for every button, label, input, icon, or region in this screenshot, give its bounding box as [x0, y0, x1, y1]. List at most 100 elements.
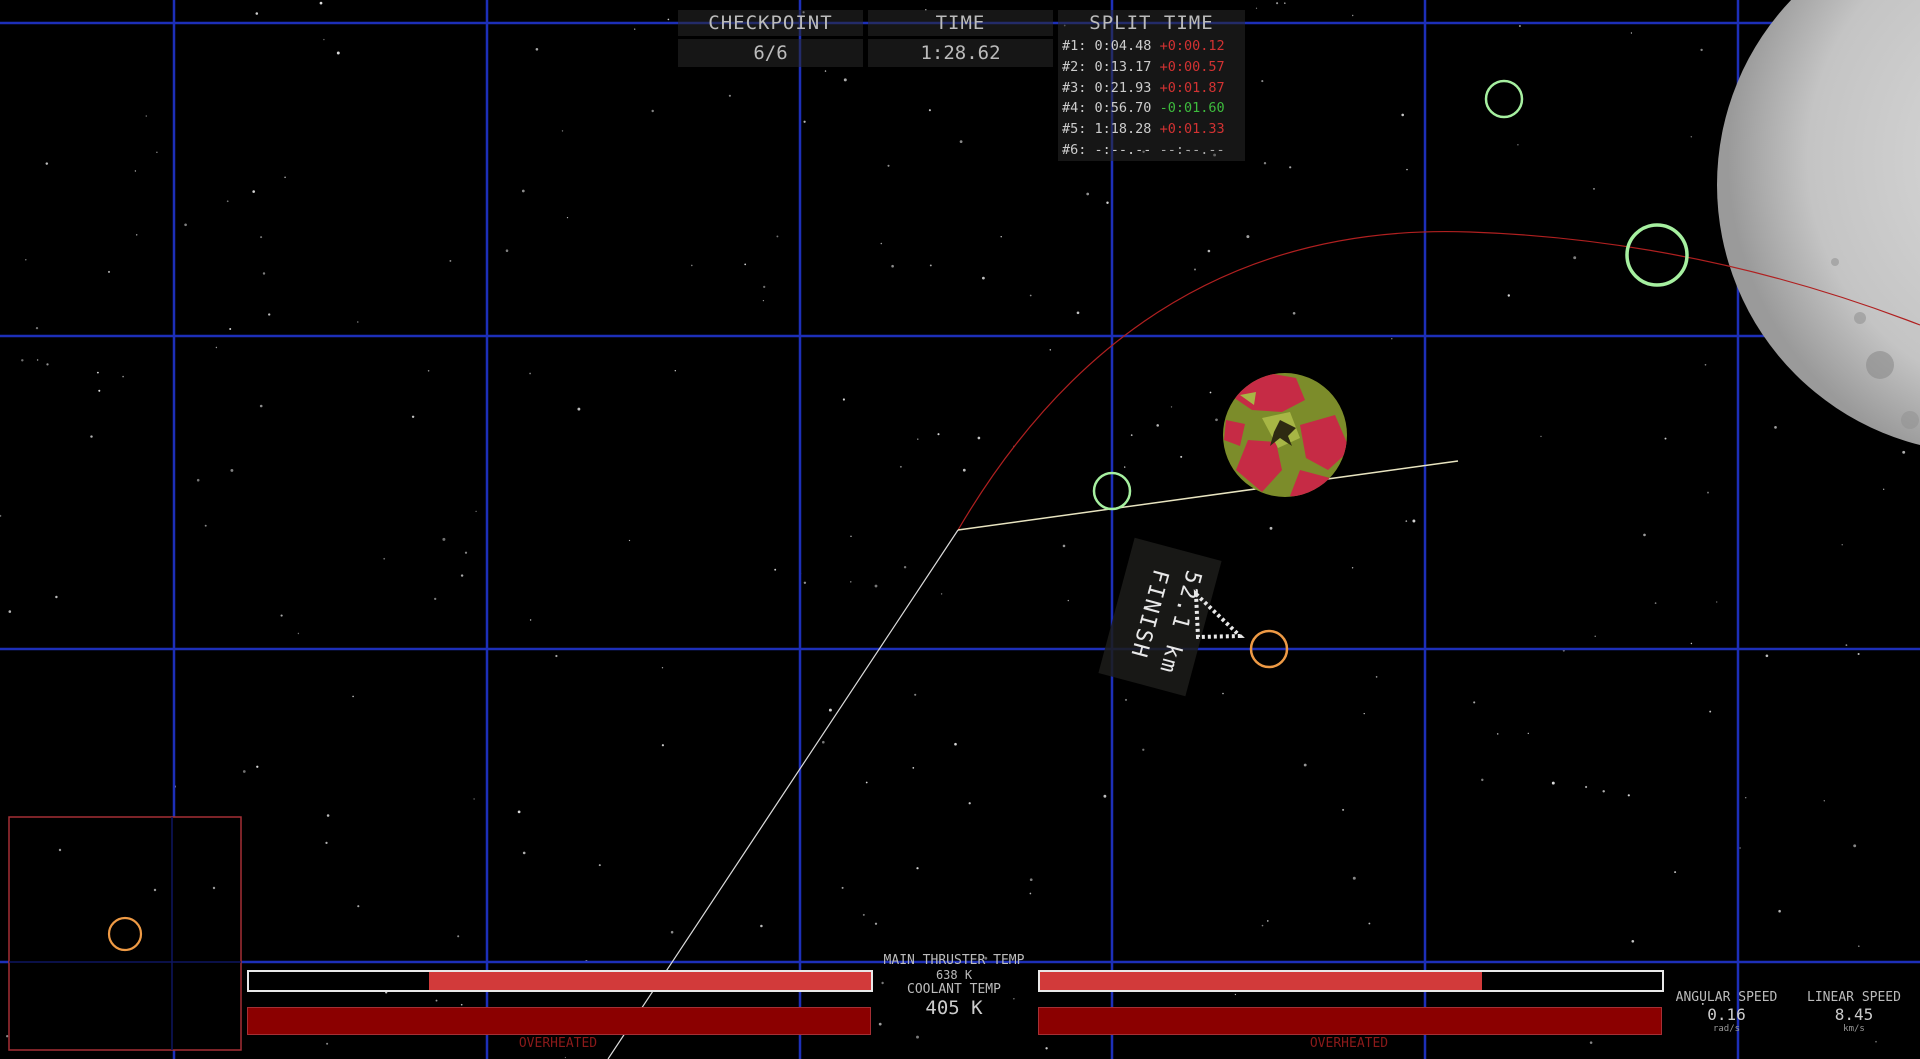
angular-speed-value: 0.16: [1707, 1005, 1746, 1024]
star: [1627, 794, 1630, 797]
star: [1704, 363, 1707, 366]
star: [1593, 187, 1595, 190]
star: [145, 115, 148, 117]
time-value: 1:28.62: [868, 39, 1053, 67]
star: [1853, 844, 1857, 848]
star: [1062, 544, 1066, 548]
star: [1049, 349, 1052, 351]
star: [634, 28, 636, 30]
star: [1284, 2, 1286, 4]
star: [982, 276, 985, 280]
star: [1507, 294, 1511, 297]
angular-speed-readout: ANGULAR SPEED 0.16 rad/s: [1664, 990, 1789, 1034]
star: [6, 1035, 9, 1038]
star: [460, 1003, 463, 1006]
star: [204, 524, 207, 527]
star: [940, 593, 943, 595]
star: [1363, 712, 1365, 715]
star: [1269, 526, 1273, 530]
space-viewport[interactable]: 52.1 km FINISH: [0, 0, 1920, 1059]
star: [903, 565, 907, 569]
star: [1527, 732, 1529, 735]
star: [1845, 644, 1848, 646]
star: [1551, 781, 1555, 785]
star: [667, 18, 670, 21]
star: [326, 814, 330, 817]
temperature-readout: MAIN THRUSTER TEMP 638 K COOLANT TEMP 40…: [870, 953, 1038, 1019]
star: [1246, 235, 1250, 239]
star: [1207, 249, 1211, 253]
star: [1222, 692, 1224, 695]
star: [1823, 800, 1825, 802]
star: [1654, 602, 1657, 604]
thruster-temp-label: MAIN THRUSTER TEMP: [883, 953, 1025, 968]
star: [865, 781, 868, 784]
starfield: [0, 1, 1906, 1059]
star: [1391, 338, 1393, 340]
star: [1368, 922, 1371, 925]
split-row: #3: 0:21.93 +0:01.87: [1062, 79, 1225, 96]
star: [1142, 748, 1145, 751]
star: [824, 70, 827, 72]
star: [229, 328, 232, 330]
star: [196, 478, 200, 482]
star: [256, 765, 259, 768]
star: [850, 535, 852, 537]
thruster-temp-bar-right: [1038, 970, 1664, 992]
thruster-temp-fill-right: [1040, 972, 1482, 990]
star: [962, 468, 966, 472]
star: [435, 999, 438, 1002]
star: [762, 300, 765, 302]
star: [887, 164, 890, 167]
star: [1406, 168, 1408, 171]
star: [878, 1022, 882, 1026]
star: [1690, 642, 1693, 645]
star: [828, 708, 832, 712]
star: [36, 359, 39, 361]
star: [1709, 710, 1712, 713]
star: [744, 263, 747, 266]
star: [937, 433, 940, 436]
star: [1124, 698, 1128, 701]
star: [535, 48, 539, 51]
star: [917, 438, 919, 440]
star: [1630, 32, 1633, 34]
checkpoint-ring-far: [1484, 79, 1524, 119]
star: [874, 922, 878, 925]
star: [215, 346, 218, 349]
star: [505, 249, 509, 252]
star: [1700, 48, 1703, 52]
thruster-temp-fill-left: [429, 972, 871, 990]
star: [841, 886, 844, 889]
star: [1255, 7, 1258, 9]
star: [262, 272, 266, 275]
star: [529, 619, 532, 621]
split-row: #5: 1:18.28 +0:01.33: [1062, 121, 1225, 138]
star: [862, 913, 865, 916]
star: [242, 770, 246, 773]
split-row: #1: 0:04.48 +0:00.12: [1062, 38, 1225, 54]
split-time-label: SPLIT TIME: [1058, 10, 1245, 36]
star: [899, 465, 902, 468]
finish-marker: 52.1 km FINISH: [1098, 537, 1222, 697]
star: [1263, 161, 1267, 165]
star: [566, 216, 569, 219]
star: [674, 370, 676, 372]
star: [357, 905, 360, 908]
minimap[interactable]: [8, 816, 242, 1051]
star: [1473, 701, 1476, 704]
star: [280, 614, 283, 617]
star: [325, 841, 328, 845]
star: [1857, 652, 1860, 656]
star: [107, 270, 111, 273]
star: [1716, 601, 1718, 603]
star: [1266, 920, 1269, 922]
linear-speed-unit: km/s: [1843, 1024, 1865, 1034]
star: [628, 539, 631, 542]
star: [1106, 201, 1109, 204]
split-time-panel: SPLIT TIME #1: 0:04.48 +0:00.12 #2: 0:13…: [1058, 10, 1245, 161]
star: [383, 557, 386, 560]
star: [460, 574, 464, 577]
star: [1194, 268, 1196, 271]
moon: [1717, 0, 1920, 445]
